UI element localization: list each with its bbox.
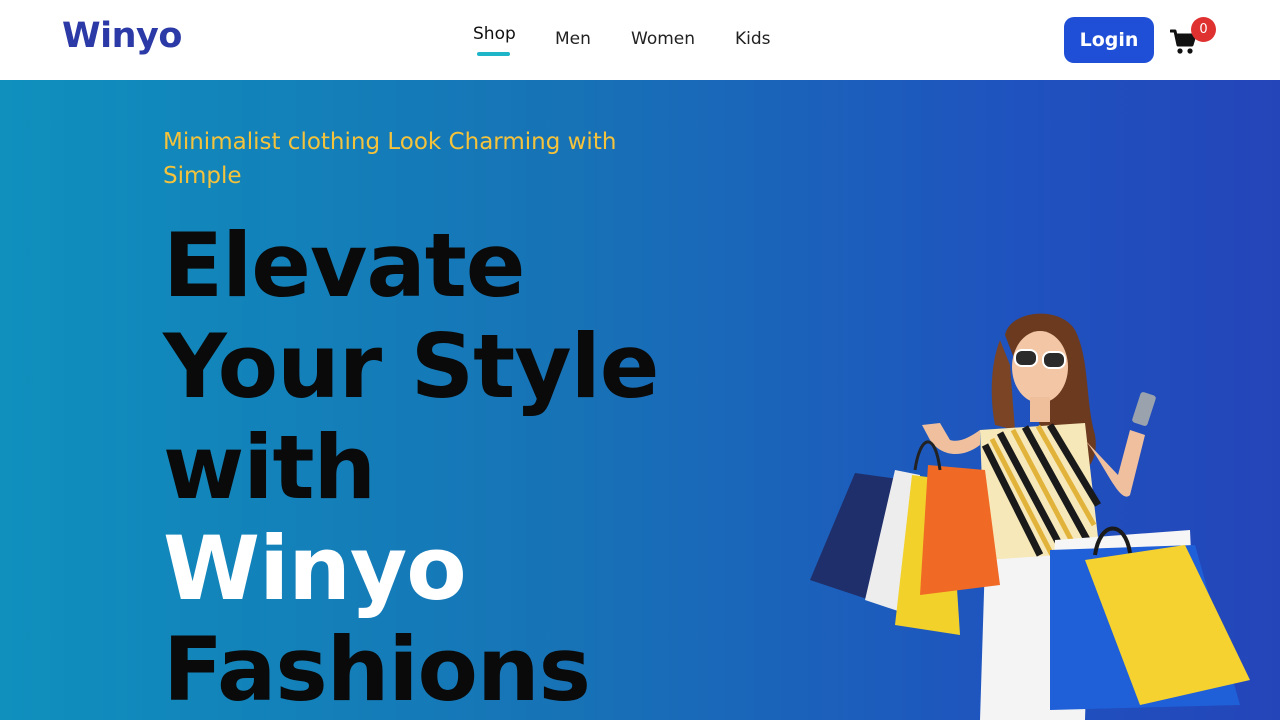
- headline-brand: Winyo: [163, 517, 467, 620]
- headline-line: Fashions: [163, 618, 591, 720]
- hero-section: Minimalist clothing Look Charming with S…: [0, 80, 1280, 720]
- nav-link-men[interactable]: Men: [555, 29, 591, 49]
- headline-line: Your Style: [163, 315, 659, 418]
- login-button[interactable]: Login: [1064, 17, 1154, 63]
- active-nav-underline: [477, 52, 510, 56]
- nav-link-kids[interactable]: Kids: [735, 29, 771, 49]
- hero-headline: Elevate Your Style with Winyo Fashions: [163, 214, 659, 720]
- headline-line: Elevate: [163, 214, 525, 317]
- cart-count-badge: 0: [1191, 17, 1216, 42]
- hero-tagline: Minimalist clothing Look Charming with S…: [163, 129, 617, 189]
- hero-image-woman-with-shopping-bags: [800, 305, 1260, 720]
- navbar: Winyo Shop Men Women Kids Login 0: [0, 0, 1280, 80]
- nav-link-women[interactable]: Women: [631, 29, 695, 49]
- headline-line: with: [163, 416, 376, 519]
- nav-link-shop[interactable]: Shop: [473, 24, 516, 44]
